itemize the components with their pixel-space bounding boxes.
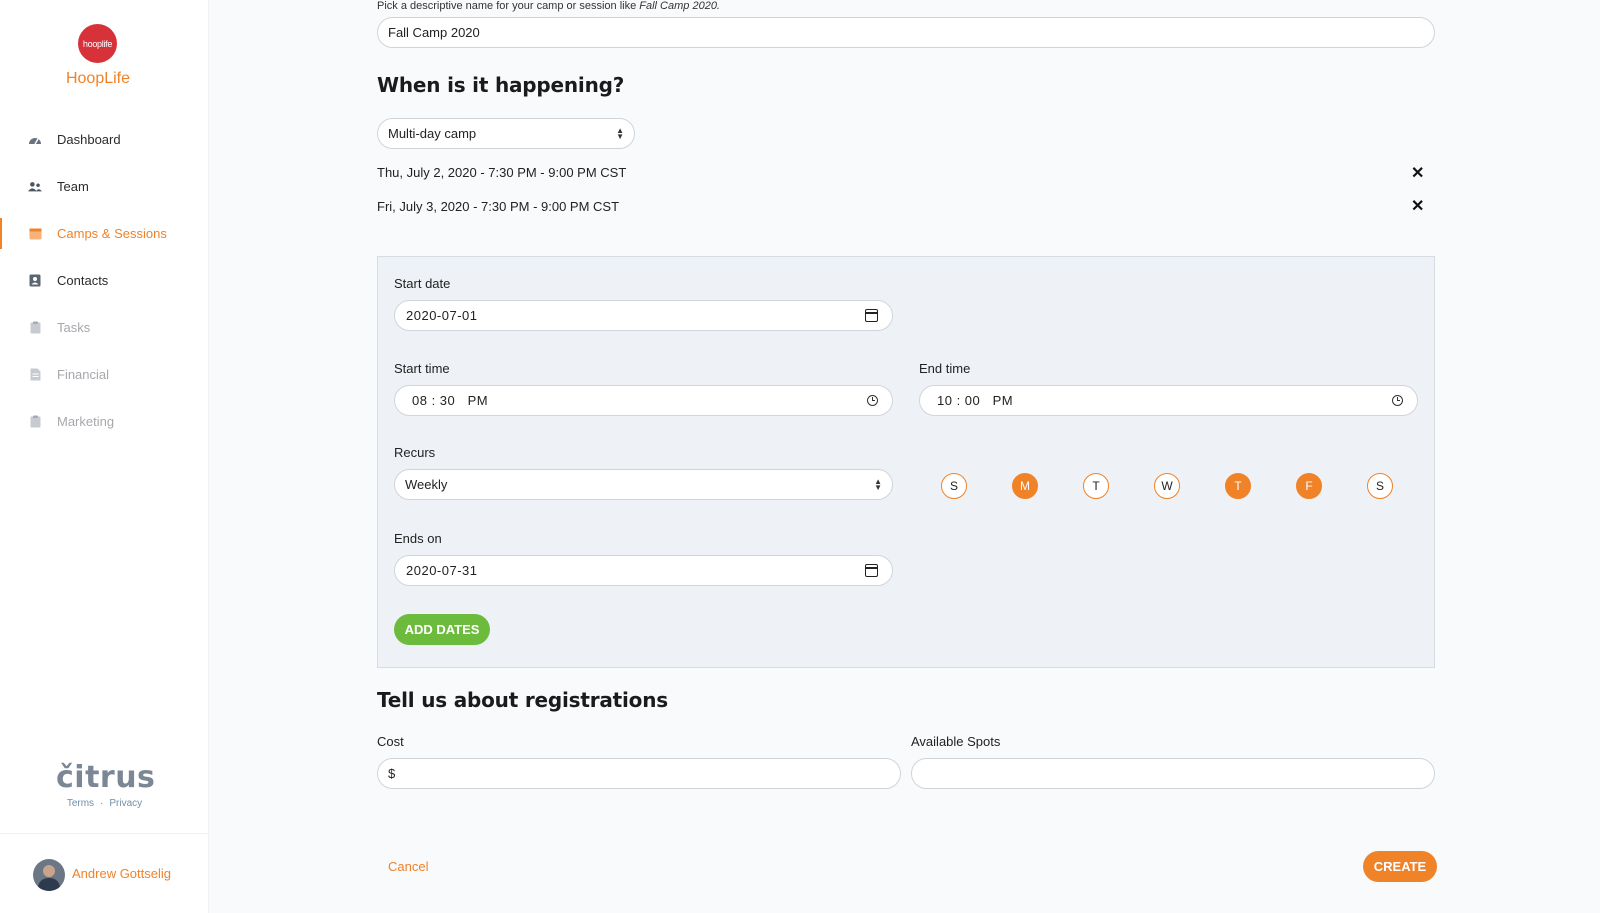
day-toggle-saturday[interactable]: S (1367, 473, 1393, 499)
registrations-heading: Tell us about registrations (377, 688, 668, 712)
start-date-value: 2020-07-01 (406, 308, 478, 323)
sidebar-item-label: Dashboard (57, 132, 121, 147)
sidebar-item-team[interactable]: Team (0, 163, 209, 210)
clipboard-icon (28, 415, 42, 429)
gauge-icon (28, 133, 42, 147)
recurs-select[interactable]: Weekly ▲ ▼ (394, 469, 893, 500)
recurrence-panel: Start date 2020-07-01 Start time 08 : 30… (377, 256, 1435, 668)
start-time-input[interactable]: 08 : 30 PM (394, 385, 893, 416)
privacy-link[interactable]: Privacy (109, 798, 142, 809)
create-button[interactable]: CREATE (1363, 851, 1437, 882)
select-arrows-icon: ▲ ▼ (616, 126, 624, 141)
currency-prefix: $ (388, 766, 396, 781)
clipboard-icon (28, 321, 42, 335)
sidebar-item-label: Camps & Sessions (57, 226, 167, 241)
sidebar: hooplife HoopLife Dashboard Team Camps &… (0, 0, 209, 913)
cost-input[interactable]: $ (377, 758, 901, 789)
available-spots-label: Available Spots (911, 734, 1001, 749)
date-entry: Thu, July 2, 2020 - 7:30 PM - 9:00 PM CS… (377, 165, 627, 180)
divider (0, 833, 209, 834)
schedule-type-select[interactable]: Multi-day camp ▲ ▼ (377, 118, 635, 149)
remove-date-icon[interactable]: ✕ (1411, 163, 1424, 183)
available-spots-input[interactable] (911, 758, 1435, 789)
clock-icon[interactable] (867, 395, 878, 406)
recurs-label: Recurs (394, 445, 436, 460)
day-toggle-tuesday[interactable]: T (1083, 473, 1109, 499)
sidebar-item-dashboard[interactable]: Dashboard (0, 116, 209, 163)
link-separator: · (100, 798, 104, 809)
app-name: HoopLife (65, 70, 131, 87)
day-toggle-monday[interactable]: M (1012, 473, 1038, 499)
name-hint: Pick a descriptive name for your camp or… (377, 0, 720, 12)
when-heading: When is it happening? (377, 73, 625, 97)
end-time-input[interactable]: 10 : 00 PM (919, 385, 1418, 416)
recurs-value: Weekly (405, 477, 448, 492)
day-toggle-sunday[interactable]: S (941, 473, 967, 499)
start-time-label: Start time (394, 361, 450, 376)
camp-name-value: Fall Camp 2020 (388, 25, 480, 40)
users-icon (28, 180, 42, 194)
start-date-input[interactable]: 2020-07-01 (394, 300, 893, 331)
sidebar-item-label: Contacts (57, 273, 109, 288)
schedule-type-value: Multi-day camp (388, 126, 477, 141)
cost-label: Cost (377, 734, 404, 749)
camp-name-input[interactable]: Fall Camp 2020 (377, 17, 1435, 48)
day-toggle-wednesday[interactable]: W (1154, 473, 1180, 499)
sidebar-item-label: Marketing (57, 414, 115, 429)
terms-link[interactable]: Terms (67, 798, 94, 809)
user-name[interactable]: Andrew Gottselig (72, 866, 171, 881)
sidebar-item-label: Tasks (57, 320, 91, 335)
ends-on-value: 2020-07-31 (406, 563, 478, 578)
hooplife-logo[interactable]: hooplife (78, 24, 117, 63)
sidebar-item-label: Team (57, 179, 89, 194)
calendar-icon[interactable] (865, 309, 878, 322)
sidebar-item-contacts[interactable]: Contacts (0, 257, 209, 304)
end-time-value: 10 : 00 PM (937, 393, 1014, 408)
sidebar-item-marketing[interactable]: Marketing (0, 398, 209, 445)
ends-on-label: Ends on (394, 531, 442, 546)
start-date-label: Start date (394, 276, 451, 291)
name-hint-text: Pick a descriptive name for your camp or… (377, 0, 640, 12)
date-entry: Fri, July 3, 2020 - 7:30 PM - 9:00 PM CS… (377, 199, 620, 214)
start-time-value: 08 : 30 PM (412, 393, 489, 408)
sidebar-item-camps-sessions[interactable]: Camps & Sessions (0, 210, 209, 257)
clock-icon[interactable] (1392, 395, 1403, 406)
citrus-logo: čitrus (56, 760, 156, 795)
sidebar-item-tasks[interactable]: Tasks (0, 304, 209, 351)
cancel-button[interactable]: Cancel (388, 859, 428, 874)
name-hint-example: Fall Camp 2020. (639, 0, 720, 12)
end-time-label: End time (919, 361, 971, 376)
day-toggle-friday[interactable]: F (1296, 473, 1322, 499)
calendar-icon (28, 227, 42, 241)
sidebar-item-label: Financial (57, 367, 110, 382)
footer-links: Terms · Privacy (0, 798, 209, 809)
address-book-icon (28, 274, 42, 288)
calendar-icon[interactable] (865, 564, 878, 577)
remove-date-icon[interactable]: ✕ (1411, 196, 1424, 216)
day-toggle-thursday[interactable]: T (1225, 473, 1251, 499)
add-dates-button[interactable]: ADD DATES (394, 614, 490, 645)
select-arrows-icon: ▲ ▼ (874, 477, 882, 492)
document-icon (28, 368, 42, 382)
avatar[interactable] (33, 859, 65, 891)
sidebar-nav: Dashboard Team Camps & Sessions Contacts… (0, 116, 209, 445)
ends-on-input[interactable]: 2020-07-31 (394, 555, 893, 586)
sidebar-item-financial[interactable]: Financial (0, 351, 209, 398)
